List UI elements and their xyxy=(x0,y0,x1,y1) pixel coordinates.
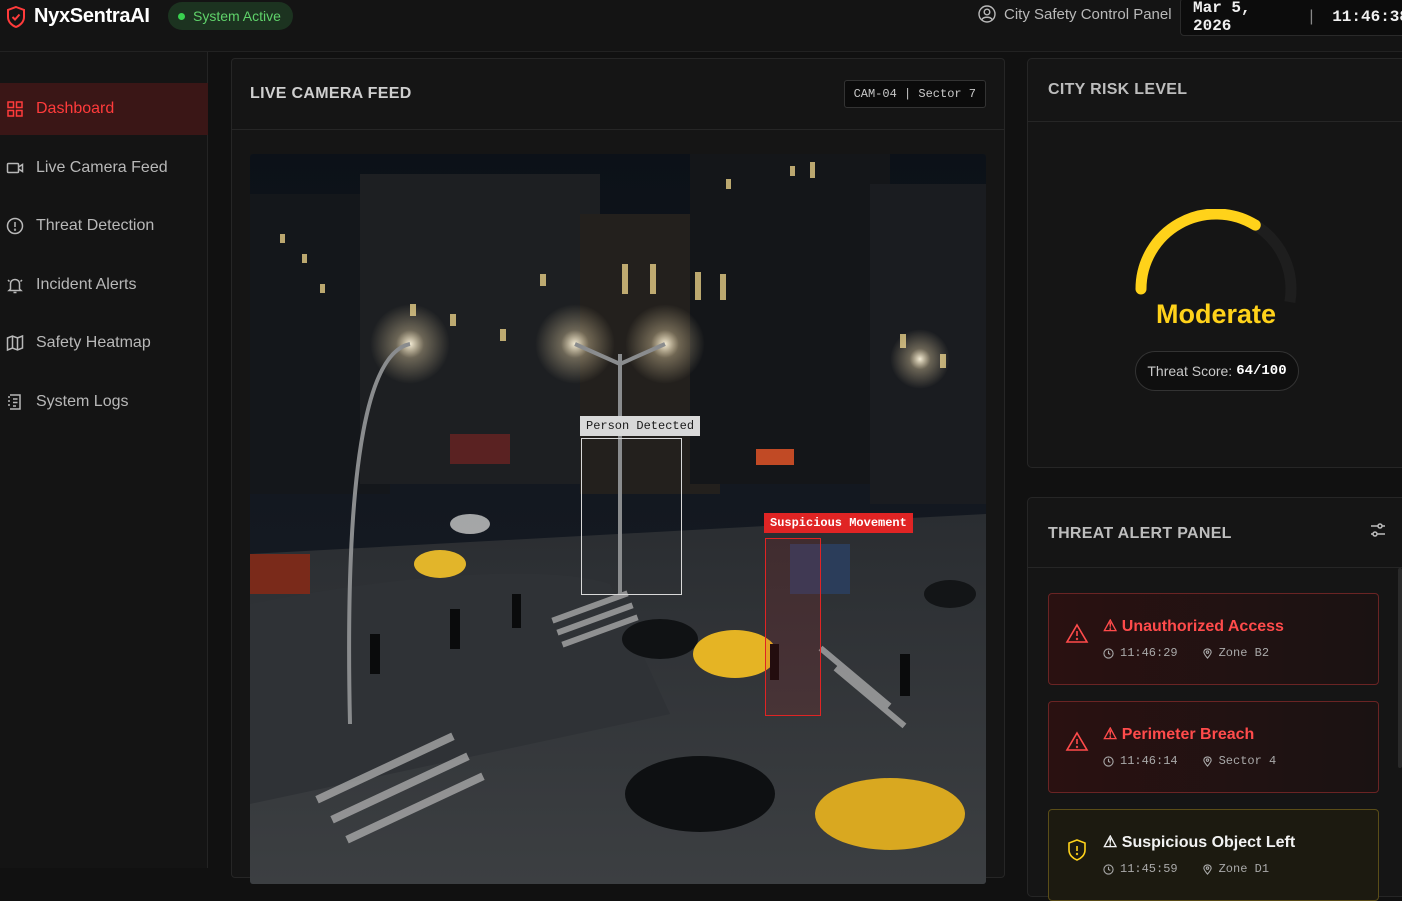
bell-icon xyxy=(7,278,23,294)
alert-name: ⚠ Unauthorized Access xyxy=(1103,618,1284,635)
risk-level-text: Moderate xyxy=(1155,299,1277,329)
sidebar: Dashboard Live Camera Feed Threat Detect… xyxy=(0,52,208,868)
location-pin-icon xyxy=(1202,755,1212,767)
control-panel-label: City Safety Control Panel xyxy=(1004,5,1172,23)
threat-score-badge: Threat Score: 64/100 xyxy=(1135,351,1299,391)
top-header: NyxSentraAI System Active City Safety Co… xyxy=(0,0,1402,52)
clock-icon xyxy=(1103,755,1114,767)
gauge-track xyxy=(1135,209,1297,303)
suspicious-detection-box[interactable] xyxy=(765,538,821,716)
suspicious-detection-label: Suspicious Movement xyxy=(764,513,913,533)
threat-score-label: Threat Score: xyxy=(1147,363,1233,379)
person-detection-label: Person Detected xyxy=(580,416,701,436)
camera-icon xyxy=(6,162,24,174)
alert-panel-title: THREAT ALERT PANEL xyxy=(1048,525,1232,542)
alert-time: 11:46:29 xyxy=(1120,646,1178,660)
alert-card[interactable]: ⚠ Perimeter Breach 11:46:14 Sector 4 xyxy=(1048,701,1379,793)
alert-card[interactable]: ⚠ Unauthorized Access 11:46:29 Zone B2 xyxy=(1048,593,1379,685)
divider xyxy=(1028,567,1402,568)
alert-zone: Zone D1 xyxy=(1218,862,1270,876)
sidebar-item-safety-heatmap[interactable]: Safety Heatmap xyxy=(0,317,208,369)
datetime-display: Mar 5, 2026 | 11:46:38 xyxy=(1180,0,1402,36)
risk-panel-title: CITY RISK LEVEL xyxy=(1048,81,1188,98)
status-text: System Active xyxy=(193,8,281,24)
camera-id-badge: CAM-04 | Sector 7 xyxy=(843,80,986,108)
app-logo[interactable]: NyxSentraAI xyxy=(6,5,150,28)
date-text: Mar 5, 2026 xyxy=(1193,0,1251,35)
location-pin-icon xyxy=(1202,647,1212,659)
sidebar-item-system-logs[interactable]: System Logs xyxy=(0,376,208,428)
alert-time: 11:45:59 xyxy=(1120,862,1178,876)
sidebar-item-label: Safety Heatmap xyxy=(36,334,151,351)
app-name: NyxSentraAI xyxy=(34,5,150,27)
logs-icon xyxy=(8,394,21,410)
shield-alert-icon xyxy=(1068,839,1086,861)
shield-logo-icon xyxy=(7,5,25,28)
alert-card[interactable]: ⚠ Suspicious Object Left 11:45:59 Zone D… xyxy=(1048,809,1379,901)
alert-zone: Sector 4 xyxy=(1218,754,1277,768)
threat-score-value: 64/100 xyxy=(1236,363,1287,379)
map-icon xyxy=(6,334,24,352)
user-icon xyxy=(978,5,996,23)
camera-feed-image[interactable]: Person Detected Suspicious Movement xyxy=(250,154,986,884)
alert-zone: Zone B2 xyxy=(1218,646,1270,660)
alert-meta: 11:46:29 Zone B2 xyxy=(1103,646,1269,660)
sidebar-item-label: Incident Alerts xyxy=(36,276,137,293)
warning-triangle-icon xyxy=(1065,623,1089,643)
alert-name: ⚠ Suspicious Object Left xyxy=(1103,834,1296,851)
sidebar-item-threat-detection[interactable]: Threat Detection xyxy=(0,200,208,252)
city-risk-panel: CITY RISK LEVEL Moderate Threat Score: 6… xyxy=(1027,58,1402,468)
sidebar-item-dashboard[interactable]: Dashboard xyxy=(0,83,208,135)
status-dot-icon xyxy=(178,12,185,20)
alert-meta: 11:46:14 Sector 4 xyxy=(1103,754,1276,768)
alert-name: ⚠ Perimeter Breach xyxy=(1103,726,1255,743)
sidebar-item-incident-alerts[interactable]: Incident Alerts xyxy=(0,259,208,311)
clock-icon xyxy=(1103,863,1114,875)
clock-icon xyxy=(1103,647,1114,659)
warning-triangle-icon xyxy=(1065,731,1089,751)
threat-alert-panel: THREAT ALERT PANEL ⚠ Unauthorized Access… xyxy=(1027,497,1402,901)
sidebar-item-live-camera-feed[interactable]: Live Camera Feed xyxy=(0,142,208,194)
divider xyxy=(232,129,1004,130)
user-control-panel[interactable]: City Safety Control Panel xyxy=(978,5,1172,23)
datetime-separator: | xyxy=(1306,8,1317,26)
sidebar-item-label: Live Camera Feed xyxy=(36,159,168,176)
sidebar-item-label: System Logs xyxy=(36,393,129,410)
sidebar-item-label: Dashboard xyxy=(36,100,115,117)
camera-panel-title: LIVE CAMERA FEED xyxy=(250,85,412,102)
alert-time: 11:46:14 xyxy=(1120,754,1178,768)
location-pin-icon xyxy=(1202,863,1212,875)
alert-circle-icon xyxy=(6,217,24,235)
alert-list-scrollbar[interactable] xyxy=(1398,568,1402,768)
sidebar-item-label: Threat Detection xyxy=(36,217,155,234)
person-detection-box[interactable] xyxy=(581,438,682,595)
system-status-badge: System Active xyxy=(168,2,293,30)
gauge-fill xyxy=(1135,209,1261,295)
divider xyxy=(1028,121,1402,122)
grid-icon xyxy=(7,101,23,117)
time-text: 11:46:38 xyxy=(1332,8,1402,26)
live-camera-panel: LIVE CAMERA FEED CAM-04 | Sector 7 Perso… xyxy=(231,58,1005,884)
filter-sliders-icon[interactable] xyxy=(1368,520,1388,540)
alert-meta: 11:45:59 Zone D1 xyxy=(1103,862,1269,876)
